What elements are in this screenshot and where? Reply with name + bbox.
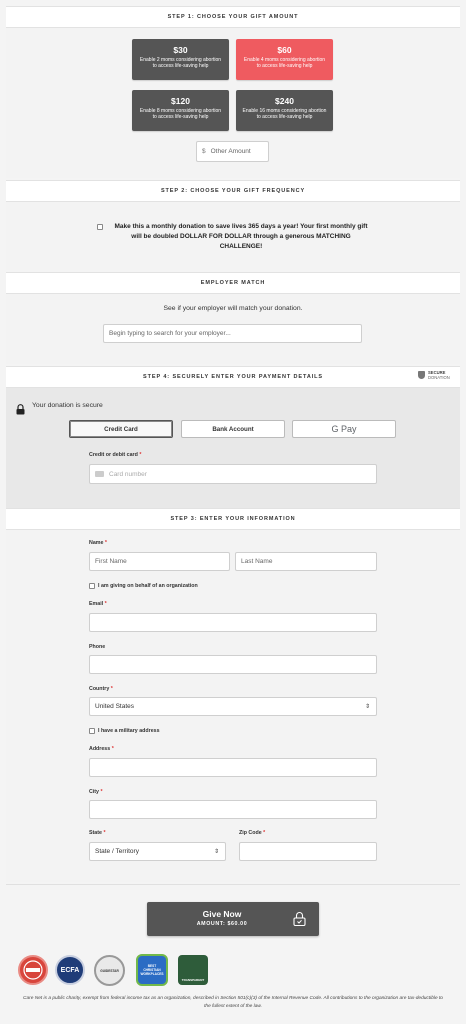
accreditation-seal-badge <box>18 955 48 985</box>
country-label: Country * <box>89 686 113 692</box>
gift-option-240[interactable]: $240 Enable 16 moms considering abortion… <box>236 90 333 131</box>
tab-bank-account-label: Bank Account <box>212 425 254 433</box>
required-mark: * <box>103 830 106 836</box>
give-now-button[interactable]: Give Now AMOUNT: $60.00 <box>147 902 319 936</box>
employer-header: EMPLOYER MATCH <box>6 272 460 294</box>
divider <box>6 884 460 885</box>
tax-disclaimer: Care Net is a public charity, exempt fro… <box>23 996 443 1009</box>
zip-label: Zip Code * <box>239 830 265 836</box>
zip-input[interactable] <box>239 842 377 861</box>
phone-input[interactable] <box>89 655 377 674</box>
name-label-text: Name <box>89 540 104 546</box>
ecfa-badge: ECFA <box>55 955 85 985</box>
secure-donation-badge: SECURE DONATION <box>418 370 450 380</box>
bcw-badge-text: BEST CHRISTIAN WORKPLACES <box>140 964 164 976</box>
employer-search-input[interactable]: Begin typing to search for your employer… <box>103 324 362 343</box>
gift-description: Enable 8 moms considering abortion to ac… <box>139 108 222 120</box>
tab-credit-card-label: Credit Card <box>104 425 138 433</box>
tab-google-pay[interactable]: G Pay <box>292 420 396 438</box>
secure-note: Your donation is secure <box>32 402 103 409</box>
gift-amount: $30 <box>173 45 188 55</box>
organization-checkbox[interactable] <box>89 583 95 589</box>
card-label-text: Credit or debit card <box>89 452 138 458</box>
first-name-placeholder: First Name <box>95 558 127 565</box>
email-label-text: Email <box>89 601 104 607</box>
transparency-badge-text: TRANSPARENT <box>181 978 205 982</box>
country-value: United States <box>95 703 135 710</box>
select-arrows-icon: ⇕ <box>213 849 219 855</box>
email-label: Email * <box>89 601 107 607</box>
guidestar-badge-text: GUIDESTAR <box>100 968 119 973</box>
give-now-amount: AMOUNT: $60.00 <box>196 921 248 927</box>
card-label: Credit or debit card * <box>89 452 141 458</box>
dollar-sign: $ <box>202 148 206 155</box>
city-label-text: City <box>89 789 100 795</box>
country-select[interactable]: United States ⇕ <box>89 697 377 716</box>
required-mark: * <box>100 789 103 795</box>
tab-bank-account[interactable]: Bank Account <box>181 420 285 438</box>
card-icon <box>95 471 104 477</box>
lock-icon <box>16 402 25 415</box>
gift-option-60[interactable]: $60 Enable 4 moms considering abortion t… <box>236 39 333 80</box>
required-mark: * <box>111 746 114 752</box>
required-mark: * <box>104 601 107 607</box>
secure-badge-bottom: DONATION <box>428 375 450 380</box>
tab-credit-card[interactable]: Credit Card <box>69 420 173 438</box>
google-pay-label: G Pay <box>331 424 357 434</box>
gift-description: Enable 4 moms considering abortion to ac… <box>243 57 326 69</box>
name-label: Name * <box>89 540 107 546</box>
required-mark: * <box>110 686 113 692</box>
card-number-placeholder: Card number <box>109 470 147 478</box>
address-label: Address * <box>89 746 114 752</box>
city-label: City * <box>89 789 103 795</box>
step3-header: STEP 3: ENTER YOUR INFORMATION <box>6 508 460 530</box>
guidestar-badge: GUIDESTAR <box>94 955 125 986</box>
monthly-donation-text: Make this a monthly donation to save liv… <box>114 223 368 250</box>
gift-amount: $240 <box>275 96 294 106</box>
gift-amount: $60 <box>277 45 292 55</box>
gift-amount: $120 <box>171 96 190 106</box>
monthly-checkbox[interactable] <box>97 224 103 230</box>
employer-prompt: See if your employer will match your don… <box>163 305 303 312</box>
first-name-input[interactable]: First Name <box>89 552 230 571</box>
employer-search-placeholder: Begin typing to search for your employer… <box>109 330 231 337</box>
city-input[interactable] <box>89 800 377 819</box>
select-arrows-icon: ⇕ <box>364 704 370 710</box>
military-checkbox[interactable] <box>89 728 95 734</box>
zip-label-text: Zip Code <box>239 830 262 836</box>
required-mark: * <box>139 452 142 458</box>
best-christian-workplaces-badge: BEST CHRISTIAN WORKPLACES <box>136 954 168 986</box>
phone-label: Phone <box>89 644 106 650</box>
state-value: State / Territory <box>95 848 139 855</box>
required-mark: * <box>104 540 107 546</box>
other-amount-placeholder: Other Amount <box>210 148 251 155</box>
give-now-label: Give Now <box>202 909 242 919</box>
shield-icon <box>418 371 425 379</box>
military-label: I have a military address <box>98 728 160 734</box>
last-name-placeholder: Last Name <box>241 558 273 565</box>
required-mark: * <box>263 830 266 836</box>
country-label-text: Country <box>89 686 110 692</box>
other-amount-input[interactable]: $ Other Amount <box>196 141 269 162</box>
step4-header: STEP 4: SECURELY ENTER YOUR PAYMENT DETA… <box>6 366 460 388</box>
address-input[interactable] <box>89 758 377 777</box>
state-label-text: State <box>89 830 102 836</box>
lock-icon <box>293 911 306 931</box>
gift-option-120[interactable]: $120 Enable 8 moms considering abortion … <box>132 90 229 131</box>
gift-description: Enable 2 moms considering abortion to ac… <box>139 57 222 69</box>
card-number-input[interactable]: Card number <box>89 464 377 484</box>
state-select[interactable]: State / Territory ⇕ <box>89 842 226 861</box>
gift-option-30[interactable]: $30 Enable 2 moms considering abortion t… <box>132 39 229 80</box>
email-input[interactable] <box>89 613 377 632</box>
organization-label: I am giving on behalf of an organization <box>98 583 198 589</box>
step1-header: STEP 1: CHOOSE YOUR GIFT AMOUNT <box>6 6 460 28</box>
ecfa-badge-text: ECFA <box>60 966 80 974</box>
step2-header: STEP 2: CHOOSE YOUR GIFT FREQUENCY <box>6 180 460 202</box>
state-label: State * <box>89 830 106 836</box>
address-label-text: Address <box>89 746 111 752</box>
last-name-input[interactable]: Last Name <box>235 552 377 571</box>
transparency-badge: TRANSPARENT <box>178 955 208 985</box>
gift-description: Enable 16 moms considering abortion to a… <box>242 108 327 120</box>
